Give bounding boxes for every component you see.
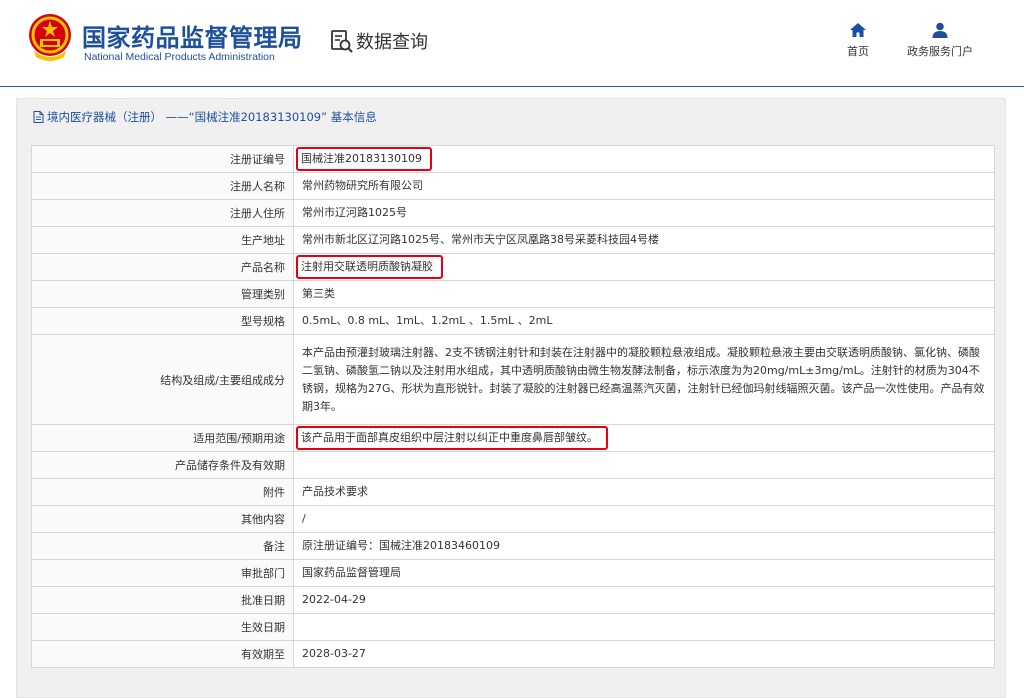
breadcrumb-text: 境内医疗器械（注册） ——“国械注准20183130109” 基本信息 — [47, 110, 377, 124]
field-value-cell: 国械注准20183130109 — [293, 145, 995, 173]
field-label: 结构及组成/主要组成成分 — [31, 334, 294, 425]
table-row: 产品储存条件及有效期 — [31, 451, 995, 479]
field-value-cell — [293, 451, 995, 479]
table-row: 审批部门 国家药品监督管理局 — [31, 559, 995, 587]
table-row: 批准日期 2022-04-29 — [31, 586, 995, 614]
highlighted-value: 该产品用于面部真皮组织中层注射以纠正中重度鼻唇部皱纹。 — [296, 426, 608, 450]
device-info-table: 注册证编号 国械注准20183130109 注册人名称 常州药物研究所有限公司 注册人住… — [31, 145, 995, 668]
field-value-cell — [293, 613, 995, 641]
field-value-cell: 第三类 — [293, 280, 995, 308]
field-label: 生产地址 — [31, 226, 294, 254]
field-label: 适用范围/预期用途 — [31, 424, 294, 452]
data-query-label: 数据查询 — [356, 32, 428, 53]
field-value-cell: 本产品由预灌封玻璃注射器、2支不锈钢注射针和封装在注射器中的凝胶颗粒悬液组成。凝… — [293, 334, 995, 425]
field-value-cell: 原注册证编号：国械注准20183460109 — [293, 532, 995, 560]
table-row: 其他内容 / — [31, 505, 995, 533]
table-row: 生效日期 — [31, 613, 995, 641]
table-row: 适用范围/预期用途 该产品用于面部真皮组织中层注射以纠正中重度鼻唇部皱纹。 — [31, 424, 995, 452]
table-row: 结构及组成/主要组成成分 本产品由预灌封玻璃注射器、2支不锈钢注射针和封装在注射器… — [31, 334, 995, 425]
field-label: 有效期至 — [31, 640, 294, 668]
breadcrumb: 境内医疗器械（注册） ——“国械注准20183130109” 基本信息 — [33, 109, 377, 125]
table-row: 注册人住所 常州市辽河路1025号 — [31, 199, 995, 227]
field-label: 生效日期 — [31, 613, 294, 641]
nav-home[interactable]: 首页 — [840, 22, 876, 59]
national-emblem-icon — [29, 14, 71, 61]
home-icon — [850, 23, 866, 37]
field-value-cell: 2022-04-29 — [293, 586, 995, 614]
field-value-cell: 常州市辽河路1025号 — [293, 199, 995, 227]
field-label: 注册证编号 — [31, 145, 294, 173]
table-row: 管理类别 第三类 — [31, 280, 995, 308]
nav-service-portal[interactable]: 政务服务门户 — [900, 22, 980, 59]
field-label: 注册人住所 — [31, 199, 294, 227]
agency-name-en: National Medical Products Administration — [84, 51, 275, 63]
highlighted-value: 国械注准20183130109 — [296, 147, 432, 171]
table-row: 生产地址 常州市新北区辽河路1025号、常州市天宁区凤凰路38号采菱科技园4号楼 — [31, 226, 995, 254]
field-label: 备注 — [31, 532, 294, 560]
table-row: 有效期至 2028-03-27 — [31, 640, 995, 668]
table-row: 注册人名称 常州药物研究所有限公司 — [31, 172, 995, 200]
site-header: 国家药品监督管理局 National Medical Products Admi… — [0, 0, 1024, 87]
table-row: 备注 原注册证编号：国械注准20183460109 — [31, 532, 995, 560]
detail-panel: 境内医疗器械（注册） ——“国械注准20183130109” 基本信息 注册证编… — [16, 98, 1006, 698]
table-row: 产品名称 注射用交联透明质酸钠凝胶 — [31, 253, 995, 281]
user-icon — [932, 22, 948, 38]
field-label: 型号规格 — [31, 307, 294, 335]
field-value-cell: 注射用交联透明质酸钠凝胶 — [293, 253, 995, 281]
field-label: 批准日期 — [31, 586, 294, 614]
field-label: 产品储存条件及有效期 — [31, 451, 294, 479]
field-value-cell: 国家药品监督管理局 — [293, 559, 995, 587]
field-value-cell: 产品技术要求 — [293, 478, 995, 506]
table-row: 型号规格 0.5mL、0.8 mL、1mL、1.2mL 、1.5mL 、2mL — [31, 307, 995, 335]
highlighted-value: 注射用交联透明质酸钠凝胶 — [296, 255, 443, 279]
field-value-cell: 0.5mL、0.8 mL、1mL、1.2mL 、1.5mL 、2mL — [293, 307, 995, 335]
field-label: 产品名称 — [31, 253, 294, 281]
data-query-icon — [331, 30, 353, 53]
nav-home-label: 首页 — [847, 45, 869, 58]
table-row: 附件 产品技术要求 — [31, 478, 995, 506]
field-value-cell: 常州市新北区辽河路1025号、常州市天宁区凤凰路38号采菱科技园4号楼 — [293, 226, 995, 254]
document-icon — [33, 111, 44, 123]
field-label: 注册人名称 — [31, 172, 294, 200]
field-value-cell: 2028-03-27 — [293, 640, 995, 668]
field-label: 附件 — [31, 478, 294, 506]
field-value-cell: 该产品用于面部真皮组织中层注射以纠正中重度鼻唇部皱纹。 — [293, 424, 995, 452]
field-label: 其他内容 — [31, 505, 294, 533]
data-query-title[interactable]: 数据查询 — [330, 28, 428, 54]
field-value-cell: / — [293, 505, 995, 533]
field-label: 审批部门 — [31, 559, 294, 587]
table-row: 注册证编号 国械注准20183130109 — [31, 145, 995, 173]
agency-name-cn: 国家药品监督管理局 — [82, 24, 303, 52]
field-value-cell: 常州药物研究所有限公司 — [293, 172, 995, 200]
field-label: 管理类别 — [31, 280, 294, 308]
nav-service-portal-label: 政务服务门户 — [907, 45, 973, 58]
